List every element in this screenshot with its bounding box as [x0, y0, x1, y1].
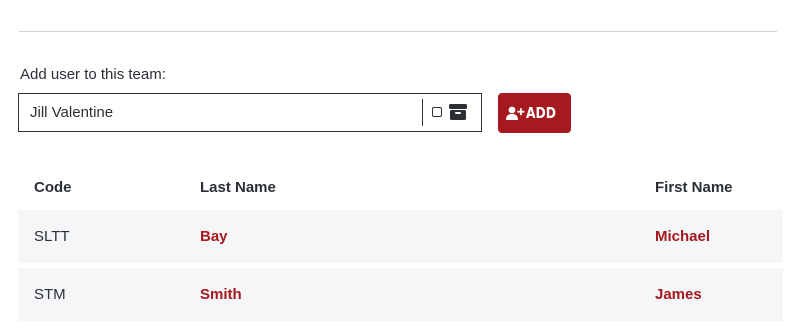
input-separator: [422, 99, 423, 126]
column-header-first-name: First Name: [655, 179, 733, 196]
table-row: SLTT Bay Michael: [18, 210, 783, 263]
team-members-table: Code Last Name First Name SLTT Bay Micha…: [18, 167, 783, 321]
add-user-label: Add user to this team:: [20, 66, 166, 83]
table-header: Code Last Name First Name: [18, 167, 783, 210]
table-row: STM Smith James: [18, 268, 783, 321]
add-button-label: ADD: [525, 104, 556, 122]
row-first-name-link[interactable]: James: [655, 286, 702, 303]
row-code: SLTT: [34, 228, 70, 245]
add-user-button[interactable]: ADD: [498, 93, 571, 133]
row-last-name-link[interactable]: Bay: [200, 228, 228, 245]
archive-icon[interactable]: [448, 103, 468, 121]
user-search-input[interactable]: [30, 94, 410, 131]
select-checkbox[interactable]: [432, 107, 442, 117]
row-last-name-link[interactable]: Smith: [200, 286, 242, 303]
column-header-code: Code: [34, 179, 72, 196]
row-first-name-link[interactable]: Michael: [655, 228, 710, 245]
column-header-last-name: Last Name: [200, 179, 276, 196]
section-divider: [19, 31, 777, 32]
add-user-icon: [505, 106, 524, 120]
user-search-field[interactable]: [18, 93, 482, 132]
row-code: STM: [34, 286, 66, 303]
